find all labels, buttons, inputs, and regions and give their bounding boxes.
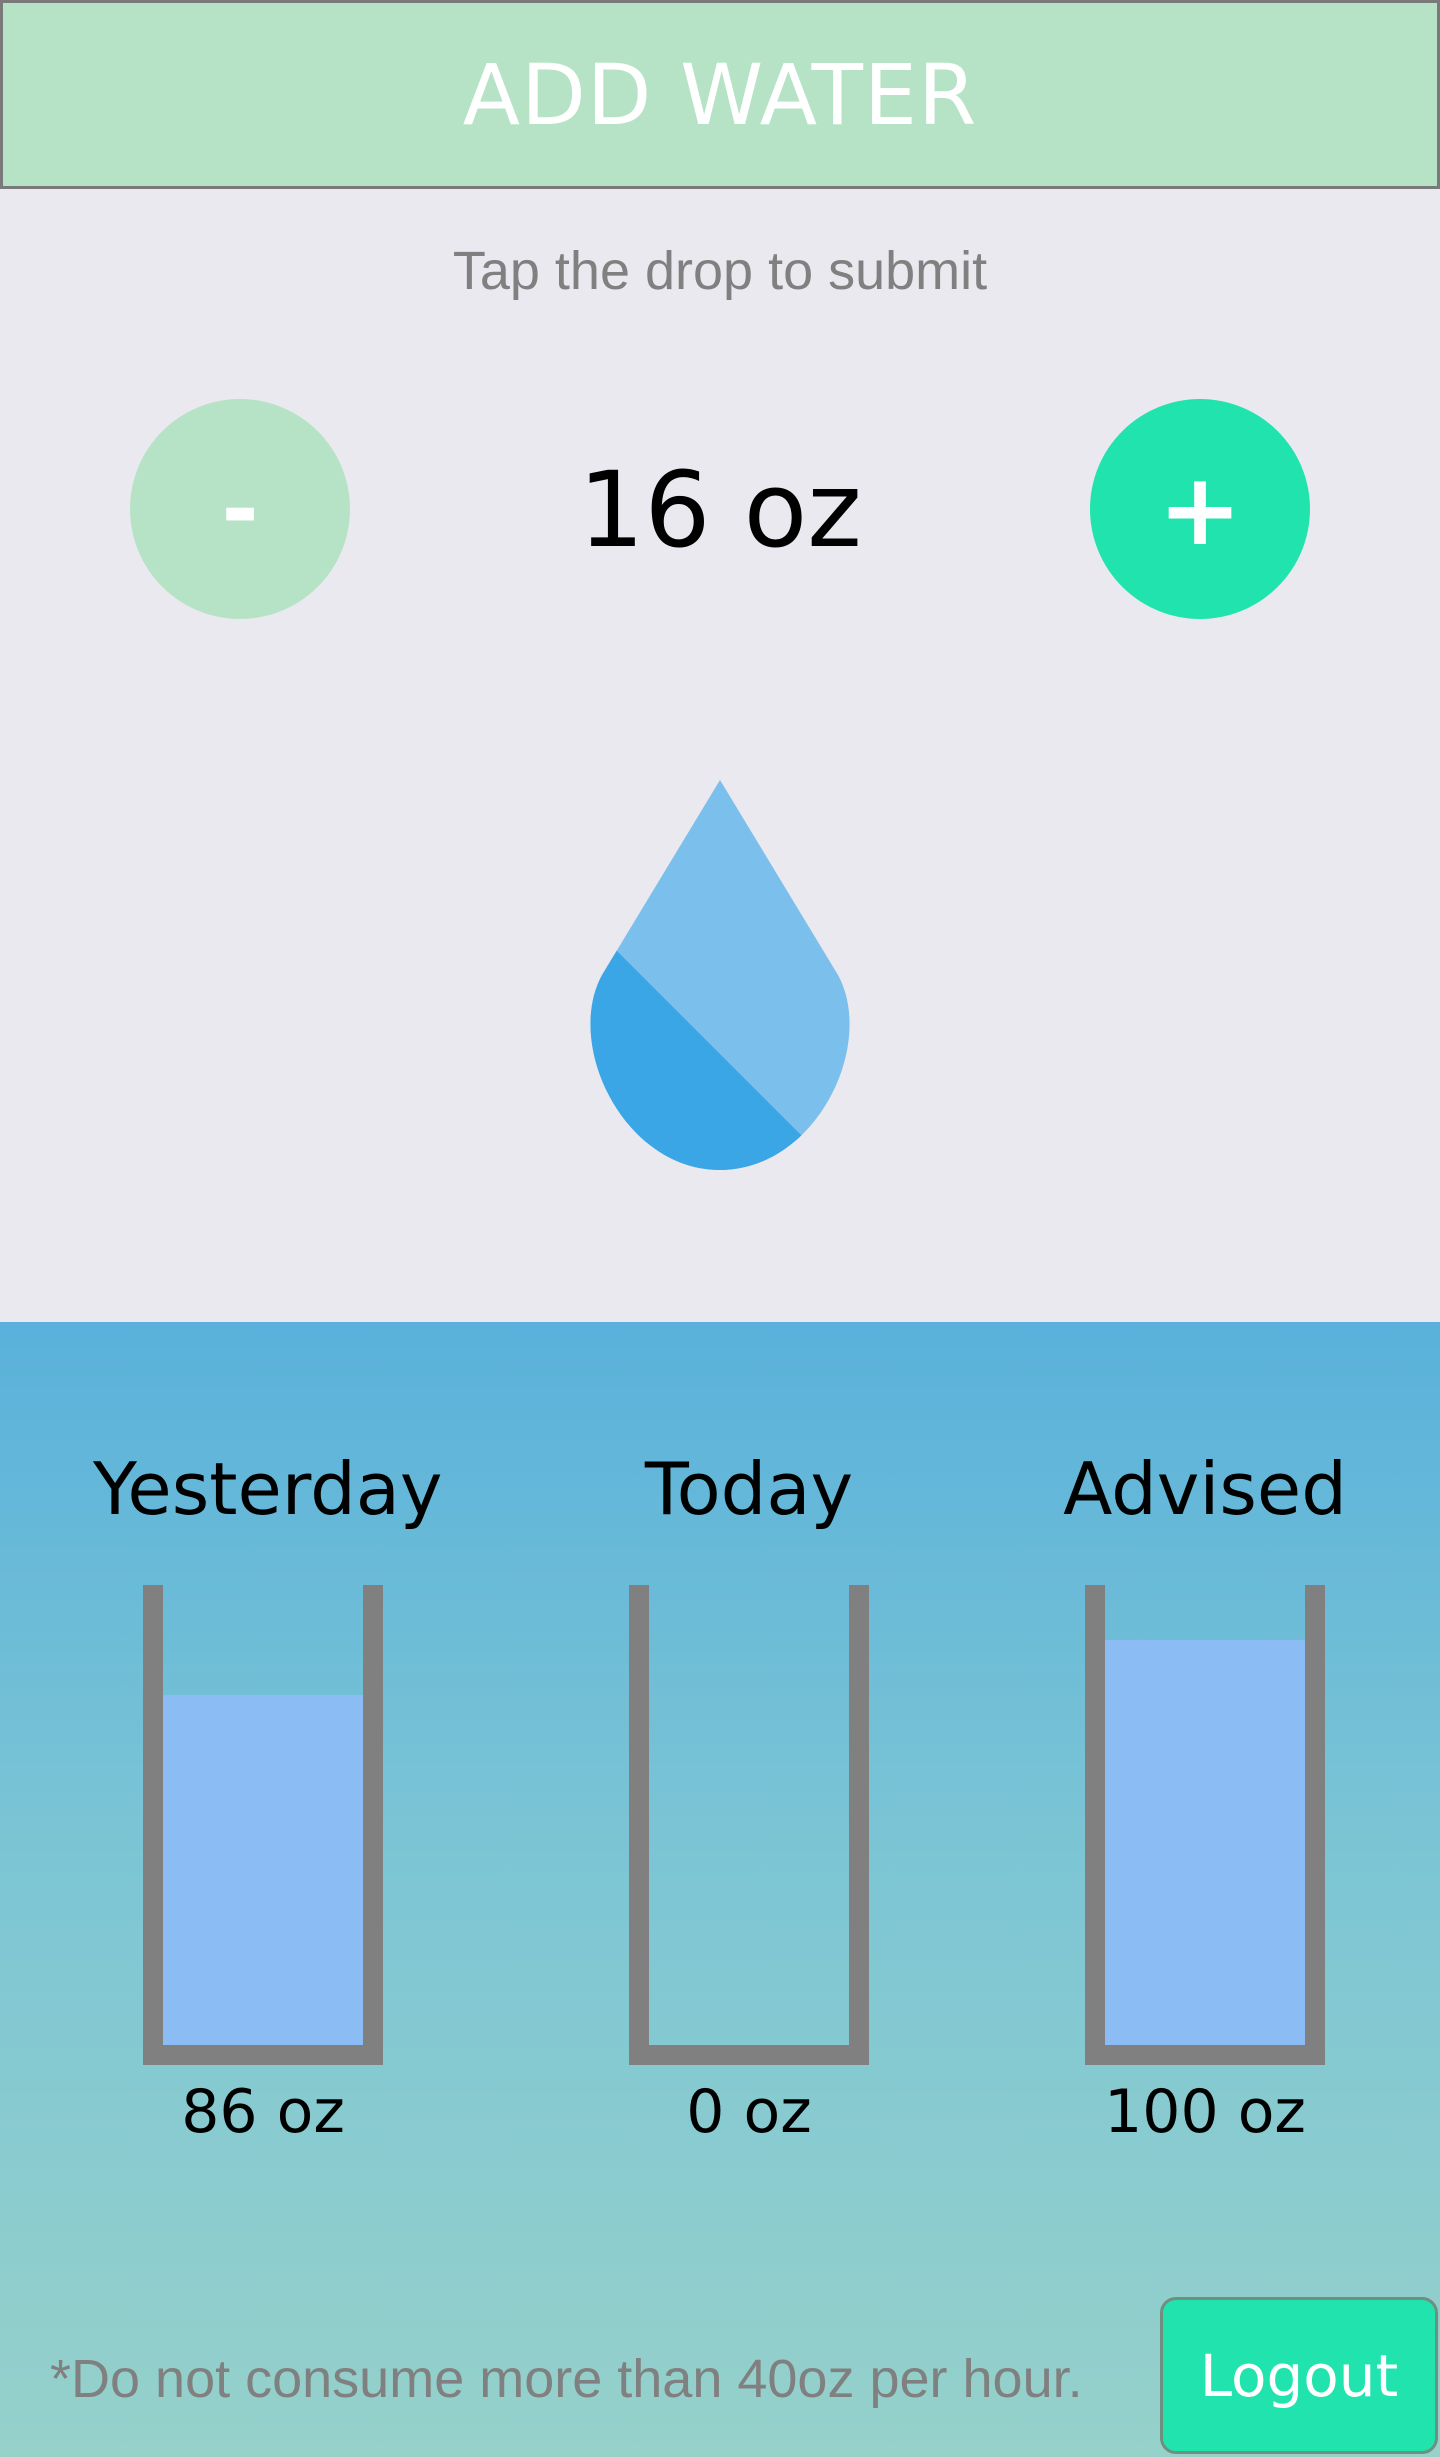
logout-button[interactable]: Logout bbox=[1160, 2297, 1438, 2454]
stat-title: Yesterday bbox=[93, 1447, 443, 1531]
water-level bbox=[1105, 1640, 1305, 2045]
decrease-amount-button[interactable]: - bbox=[130, 399, 350, 619]
increase-amount-button[interactable]: + bbox=[1090, 399, 1310, 619]
water-drop-icon[interactable] bbox=[586, 780, 854, 1170]
page-title: ADD WATER bbox=[462, 45, 978, 144]
app-header: ADD WATER bbox=[0, 0, 1440, 189]
glass-gauge bbox=[143, 1585, 383, 2065]
stats-panel: Yesterday 86 oz Today 0 oz Advised 100 o… bbox=[0, 1322, 1440, 2457]
amount-display: 16 oz bbox=[578, 449, 862, 571]
water-level bbox=[163, 1695, 363, 2045]
stat-title: Advised bbox=[1063, 1447, 1347, 1531]
stat-value: 100 oz bbox=[1104, 2077, 1306, 2147]
consumption-warning: *Do not consume more than 40oz per hour. bbox=[50, 2349, 1083, 2409]
stat-value: 0 oz bbox=[686, 2077, 812, 2147]
stat-title: Today bbox=[644, 1447, 854, 1531]
glass-gauge bbox=[1085, 1585, 1325, 2065]
stat-value: 86 oz bbox=[181, 2077, 345, 2147]
glass-gauge bbox=[629, 1585, 869, 2065]
submit-hint: Tap the drop to submit bbox=[452, 241, 988, 301]
